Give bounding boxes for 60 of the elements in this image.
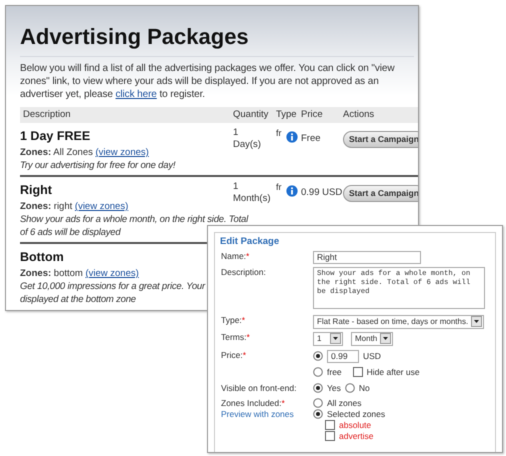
type-text: fr bbox=[276, 182, 282, 192]
field-label: Name:* bbox=[221, 250, 250, 260]
zone-label: absolute bbox=[339, 420, 372, 430]
radio-button[interactable] bbox=[313, 351, 323, 361]
currency-label: USD bbox=[363, 351, 381, 361]
dropdown[interactable]: Month bbox=[351, 332, 394, 346]
form-legend: Edit Package bbox=[218, 236, 282, 248]
price-input[interactable]: 0.99 bbox=[327, 350, 359, 362]
field-label: Visible on front-end: bbox=[221, 382, 296, 392]
view-zones-link[interactable]: (view zones) bbox=[85, 268, 139, 279]
free-label: free bbox=[327, 366, 342, 376]
radio-button[interactable] bbox=[313, 382, 323, 392]
type-text: fr bbox=[276, 128, 282, 138]
checkbox[interactable] bbox=[352, 366, 363, 376]
package-description: displayed at the bottom zone bbox=[20, 293, 137, 306]
field-label: Zones Included:* bbox=[221, 398, 285, 408]
package-description: Get 10,000 impressions for a great price. Your bbox=[20, 280, 206, 293]
view-zones-link[interactable]: (view zones) bbox=[74, 201, 128, 212]
field-label: Type:* bbox=[221, 314, 246, 324]
option-label: Selected zones bbox=[327, 408, 386, 418]
zones-text: Zones: right (view zones) bbox=[20, 201, 130, 213]
package-description: Show your ads for a whole month, on the right side. Total bbox=[20, 213, 250, 226]
hide-after-use-label: Hide after use bbox=[366, 366, 420, 376]
option-label: Yes bbox=[327, 382, 341, 392]
radio-button[interactable] bbox=[313, 408, 323, 418]
price-text: Free bbox=[301, 132, 322, 146]
package-name: Right bbox=[20, 183, 53, 198]
dropdown[interactable]: Flat Rate - based on time, days or months. bbox=[313, 314, 484, 328]
name-input[interactable]: Right bbox=[313, 250, 421, 264]
quantity-text: 1 Day(s) bbox=[233, 126, 262, 152]
start-campaign-button[interactable]: Start a Campaign bbox=[343, 131, 418, 148]
intro-text: Below you will find a list of all the advertising packages we offer. You can click on "view zones" link, to view where your ads will be displayed. If you are not approved as an advertiser yet, please click here to register. bbox=[20, 62, 396, 101]
zones-text: Zones: All Zones (view zones) bbox=[20, 147, 150, 159]
radio-button[interactable] bbox=[344, 382, 355, 392]
radio-button[interactable] bbox=[313, 398, 323, 408]
radio-button[interactable] bbox=[313, 366, 323, 376]
caret-icon bbox=[471, 316, 482, 327]
option-label: No bbox=[358, 382, 370, 392]
package-name: 1 Day FREE bbox=[20, 129, 92, 144]
option-label: All zones bbox=[327, 398, 362, 408]
dropdown[interactable]: 1 bbox=[313, 332, 343, 346]
price-text: 0.99 USD bbox=[301, 186, 343, 200]
info-icon bbox=[286, 185, 298, 197]
info-icon bbox=[286, 131, 298, 143]
preview-zones-link[interactable]: Preview with zones bbox=[221, 408, 313, 420]
page-title: Advertising Packages bbox=[20, 24, 414, 57]
view-zones-link[interactable]: (view zones) bbox=[96, 147, 149, 158]
package-description: of 6 ads will be displayed bbox=[20, 226, 122, 239]
start-campaign-button[interactable]: Start a Campaign bbox=[343, 185, 418, 202]
checkbox[interactable] bbox=[325, 420, 335, 430]
table-header: Description Quantity Type Price Actions bbox=[20, 107, 418, 123]
package-description: Try our advertising for free for one day! bbox=[20, 159, 176, 172]
register-link[interactable]: click here bbox=[116, 89, 157, 100]
field-label: Terms:* bbox=[221, 332, 250, 342]
caret-icon bbox=[330, 333, 341, 344]
field-label: Price:* bbox=[221, 350, 246, 360]
checkbox[interactable] bbox=[325, 430, 335, 440]
caret-icon bbox=[380, 333, 392, 344]
field-label: Description: bbox=[221, 266, 266, 276]
zone-label: advertise bbox=[339, 430, 374, 440]
